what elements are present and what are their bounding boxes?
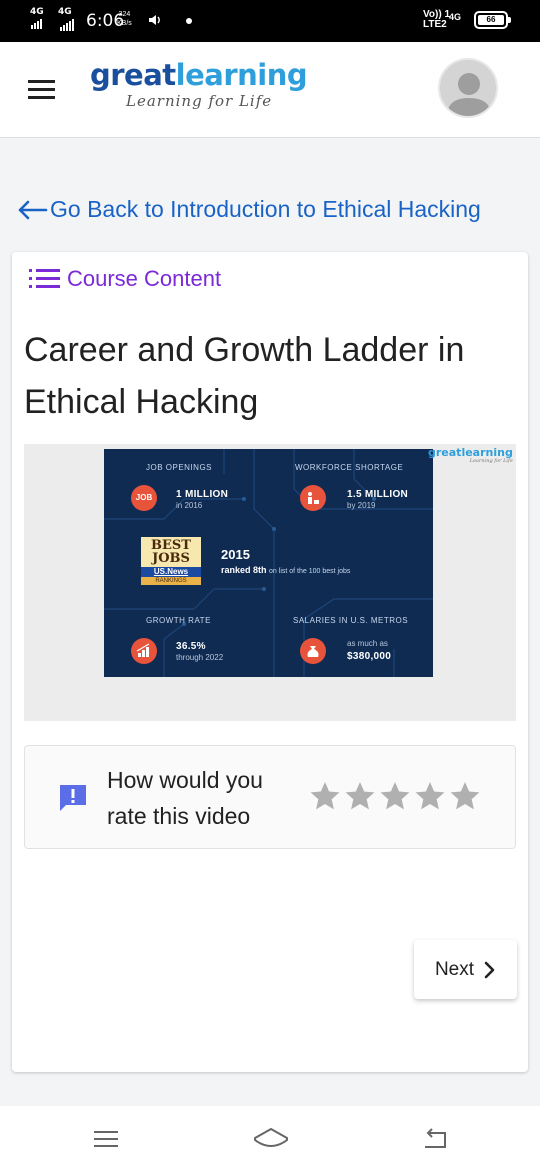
growth-chart-icon	[131, 638, 157, 664]
salary-heading: SALARIES IN U.S. METROS	[293, 616, 409, 625]
app-header: greatlearning Learning for Life	[0, 42, 540, 138]
greatlearning-logo[interactable]: greatlearning Learning for Life	[90, 58, 308, 110]
shortage-sub: by 2019	[347, 501, 376, 510]
avatar-silhouette-icon	[447, 73, 491, 116]
lesson-card: Course Content Career and Growth Ladder …	[12, 252, 528, 1072]
logo-part-great: great	[90, 58, 176, 92]
arrow-left-icon	[18, 200, 48, 219]
status-bar: 4G 4G 6:06 324 KB/s Vo)) 1 LTE2 4G 66	[0, 0, 540, 42]
best-jobs-badge: BEST JOBS US.News RANKINGS	[141, 537, 201, 589]
money-bag-icon	[300, 638, 326, 664]
next-button[interactable]: Next	[414, 940, 517, 999]
recent-apps-icon[interactable]	[94, 1130, 118, 1148]
system-nav-bar	[0, 1106, 540, 1170]
star-rating[interactable]	[308, 780, 482, 812]
growth-sub: through 2022	[176, 653, 224, 662]
user-avatar-icon[interactable]	[438, 58, 498, 118]
network-speed-value: 324	[118, 11, 131, 18]
job-openings-heading: JOB OPENINGS	[146, 463, 213, 472]
home-icon[interactable]	[252, 1126, 290, 1152]
feedback-message-icon	[60, 785, 86, 811]
sim2-signal-icon	[60, 19, 74, 31]
ranking-text: ranked 8th on list of the 100 best jobs	[221, 565, 351, 575]
star-icon-3[interactable]	[378, 780, 412, 812]
salary-value: $380,000	[347, 651, 392, 662]
volte-line2: LTE2	[423, 19, 447, 30]
salary-sub: as much as	[347, 639, 388, 648]
chevron-right-icon	[484, 961, 495, 978]
star-icon-2[interactable]	[343, 780, 377, 812]
back-to-module-link[interactable]: Go Back to Introduction to Ethical Hacki…	[16, 196, 481, 223]
logo-part-learning: learning	[175, 58, 308, 92]
video-watermark-logo: greatlearning Learning for Life	[428, 446, 513, 464]
job-sign-icon: JOB	[131, 485, 157, 511]
star-icon-1[interactable]	[308, 780, 342, 812]
volume-icon	[149, 15, 160, 25]
job-badge-text: JOB	[135, 493, 153, 502]
rating-panel: How would you rate this video	[24, 745, 516, 849]
network-speed-unit: KB/s	[117, 20, 132, 27]
star-icon-4[interactable]	[413, 780, 447, 812]
best-jobs-title: BEST JOBS	[141, 537, 201, 567]
network-4g-label: 4G	[449, 12, 462, 22]
logo-tagline: Learning for Life	[126, 92, 273, 110]
people-icon	[300, 485, 326, 511]
battery-level: 66	[478, 15, 504, 25]
course-content-label: Course Content	[67, 266, 222, 291]
back-icon[interactable]	[421, 1126, 449, 1150]
sim1-signal-icon	[31, 19, 42, 29]
star-icon-5[interactable]	[448, 780, 482, 812]
shortage-value: 1.5 MILLION	[347, 489, 409, 500]
video-frame-infographic: JOB OPENINGS JOB 1 MILLION in 2016 WORKF…	[104, 449, 433, 677]
sim2-network-label: 4G	[58, 7, 72, 17]
battery-icon: 66	[474, 11, 511, 29]
usnews-label: US.News	[141, 567, 201, 577]
job-openings-sub: in 2016	[176, 501, 203, 510]
rating-prompt: How would you rate this video	[107, 767, 263, 829]
growth-value: 36.5%	[176, 641, 206, 652]
shortage-heading: WORKFORCE SHORTAGE	[295, 463, 404, 472]
volte-indicator: Vo)) 1 LTE2	[423, 10, 450, 30]
network-speed: 324 KB/s	[117, 10, 132, 28]
job-openings-value: 1 MILLION	[176, 489, 229, 500]
growth-heading: GROWTH RATE	[146, 616, 211, 625]
ranking-year: 2015	[221, 547, 250, 562]
course-content-button[interactable]: Course Content	[28, 266, 221, 292]
next-button-label: Next	[434, 958, 475, 980]
back-link-label: Go Back to Introduction to Ethical Hacki…	[50, 196, 481, 222]
sim1-network-label: 4G	[30, 7, 44, 17]
notification-dot-icon	[186, 18, 192, 24]
list-icon	[29, 269, 60, 288]
logo-wordmark: greatlearning	[90, 58, 308, 92]
hamburger-icon[interactable]	[28, 80, 55, 99]
rankings-label: RANKINGS	[141, 577, 201, 585]
video-player[interactable]: JOB OPENINGS JOB 1 MILLION in 2016 WORKF…	[24, 444, 516, 721]
lesson-title: Career and Growth Ladder in Ethical Hack…	[24, 331, 465, 421]
